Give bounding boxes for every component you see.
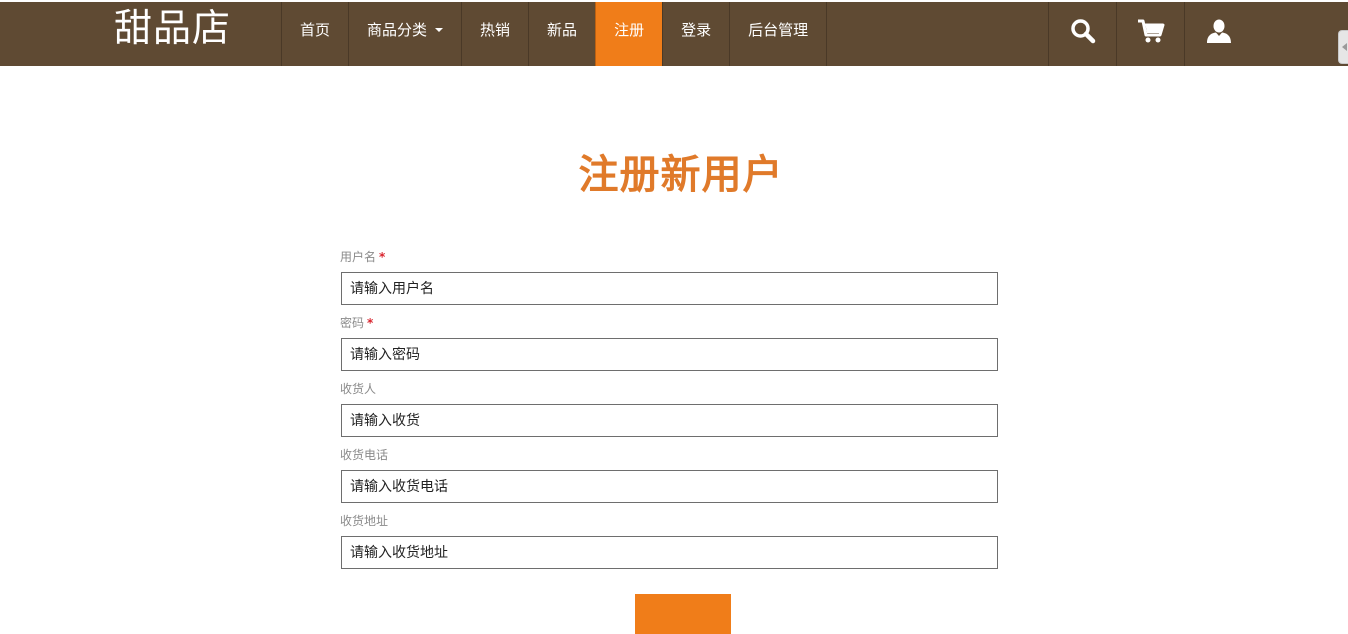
nav-item-label: 热销 [480, 21, 511, 39]
cart-icon [1137, 19, 1164, 43]
nav-item-label: 登录 [681, 21, 712, 39]
phone-label: 收货电话 [340, 446, 388, 463]
nav-item-admin[interactable]: 后台管理 [729, 2, 828, 66]
address-label: 收货地址 [340, 512, 388, 529]
nav-item-register[interactable]: 注册 [595, 2, 663, 66]
username-label: 用户名 * [340, 248, 385, 265]
page-title: 注册新用户 [578, 151, 784, 198]
required-mark: * [367, 316, 374, 330]
field-label-text: 用户名 [340, 250, 377, 264]
nav-item-hot[interactable]: 热销 [461, 2, 528, 66]
receiver-input[interactable] [341, 404, 998, 437]
field-label-text: 收货地址 [340, 514, 389, 528]
nav-item-label: 首页 [300, 21, 331, 39]
nav-item-label: 商品分类 [367, 21, 428, 39]
address-input[interactable] [341, 536, 998, 569]
username-input[interactable] [341, 272, 998, 305]
cart-button[interactable] [1116, 2, 1184, 66]
phone-input[interactable] [341, 470, 998, 503]
nav-icons [1048, 2, 1252, 66]
password-label: 密码 * [340, 314, 373, 331]
required-mark: * [379, 250, 386, 264]
search-icon [1070, 19, 1095, 44]
search-button[interactable] [1048, 2, 1116, 66]
chevron-left-icon [1342, 43, 1347, 51]
receiver-field-group: 收货人 [340, 380, 998, 446]
address-field-group: 收货地址 [340, 512, 998, 578]
side-panel-toggle[interactable] [1338, 30, 1348, 64]
caret-down-icon [435, 27, 444, 32]
nav-item-label: 新品 [547, 21, 578, 39]
nav-item-new[interactable]: 新品 [528, 2, 595, 66]
field-label-text: 收货人 [340, 382, 377, 396]
register-form: 用户名* 密码* 收货人 收货电话 收货地址 [340, 248, 998, 578]
username-field-group: 用户名 * [340, 248, 998, 314]
password-input[interactable] [341, 338, 998, 371]
field-label-text: 收货电话 [340, 448, 389, 462]
main-nav: 首页 商品分类 热销 新品 注册 登录 后台管理 [281, 2, 828, 66]
navbar: 甜品店 首页 商品分类 热销 新品 注册 登录 后台管理 [0, 2, 1348, 66]
nav-item-home[interactable]: 首页 [281, 2, 348, 66]
user-icon [1206, 19, 1231, 43]
field-label-text: 密码 [340, 316, 365, 330]
nav-item-categories[interactable]: 商品分类 [348, 2, 461, 66]
password-field-group: 密码 * [340, 314, 998, 380]
user-button[interactable] [1184, 2, 1252, 66]
receiver-label: 收货人 [340, 380, 376, 397]
brand-logo[interactable]: 甜品店 [114, 4, 231, 56]
submit-button[interactable] [635, 594, 731, 634]
phone-field-group: 收货电话 [340, 446, 998, 512]
nav-item-label: 后台管理 [748, 21, 809, 39]
nav-item-label: 注册 [614, 21, 645, 39]
nav-item-login[interactable]: 登录 [662, 2, 729, 66]
